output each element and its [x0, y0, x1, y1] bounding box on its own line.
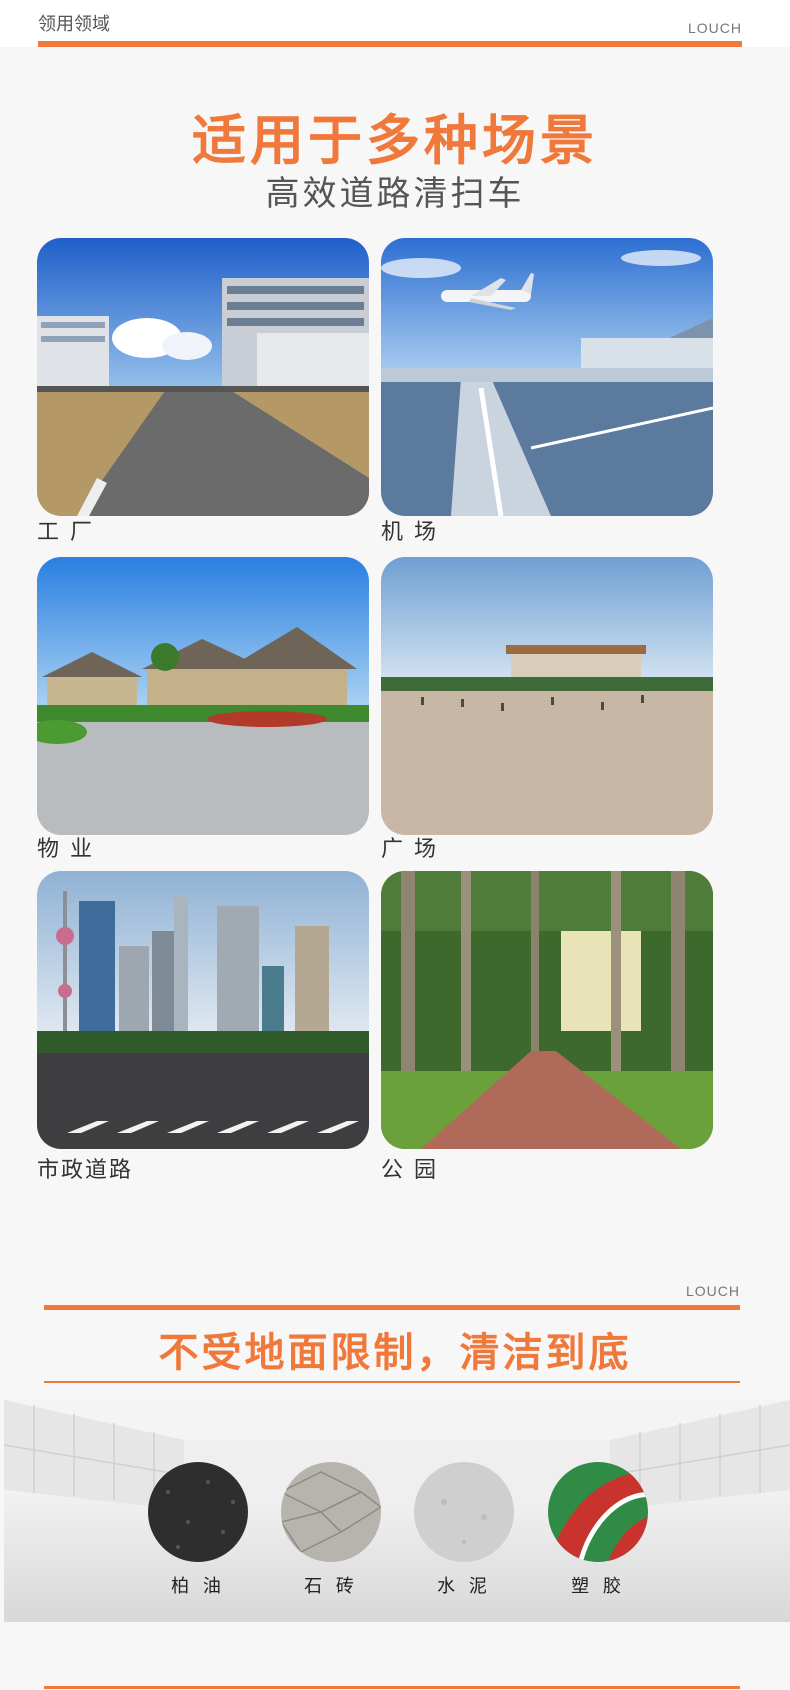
cement-swatch — [414, 1462, 514, 1562]
stone-brick-swatch — [281, 1462, 381, 1562]
property-houses-image — [37, 557, 369, 835]
scene-label-park: 公 园 — [381, 1158, 438, 1183]
bottom-divider — [44, 1686, 740, 1689]
section-label: 领用领域 — [38, 14, 110, 35]
scene-label-factory: 工 厂 — [37, 520, 94, 545]
park-path-image — [381, 871, 713, 1149]
header-divider — [38, 41, 742, 47]
brand-label-2: LOUCH — [685, 1283, 740, 1299]
surface-label-asphalt: 柏 油 — [171, 1576, 225, 1597]
asphalt-swatch — [148, 1462, 248, 1562]
scene-label-airport: 机 场 — [381, 520, 438, 545]
rubber-track-swatch — [548, 1462, 648, 1562]
brand-label: LOUCH — [687, 20, 742, 36]
white-room-backdrop — [4, 1400, 790, 1622]
airport-runway-image — [381, 238, 713, 516]
scene-label-square: 广 场 — [381, 837, 438, 862]
page: 领用领域 LOUCH 适用于多种场景 高效道路清扫车 工 厂 机 场 物 业 广… — [0, 0, 790, 1690]
section-divider-bottom — [44, 1381, 740, 1383]
surface-label-rubber: 塑 胶 — [571, 1576, 625, 1597]
surface-label-stone-brick: 石 砖 — [304, 1576, 358, 1597]
page-title: 适用于多种场景 — [192, 109, 598, 172]
public-square-image — [381, 557, 713, 835]
scene-label-city-road: 市政道路 — [37, 1158, 134, 1183]
surfaces-title: 不受地面限制，清洁到底 — [158, 1330, 632, 1376]
surface-label-cement: 水 泥 — [437, 1576, 491, 1597]
factory-road-image — [37, 238, 369, 516]
scene-label-property: 物 业 — [37, 837, 94, 862]
page-subtitle: 高效道路清扫车 — [265, 174, 525, 214]
city-road-image — [37, 871, 369, 1149]
section-divider-top — [44, 1305, 740, 1310]
